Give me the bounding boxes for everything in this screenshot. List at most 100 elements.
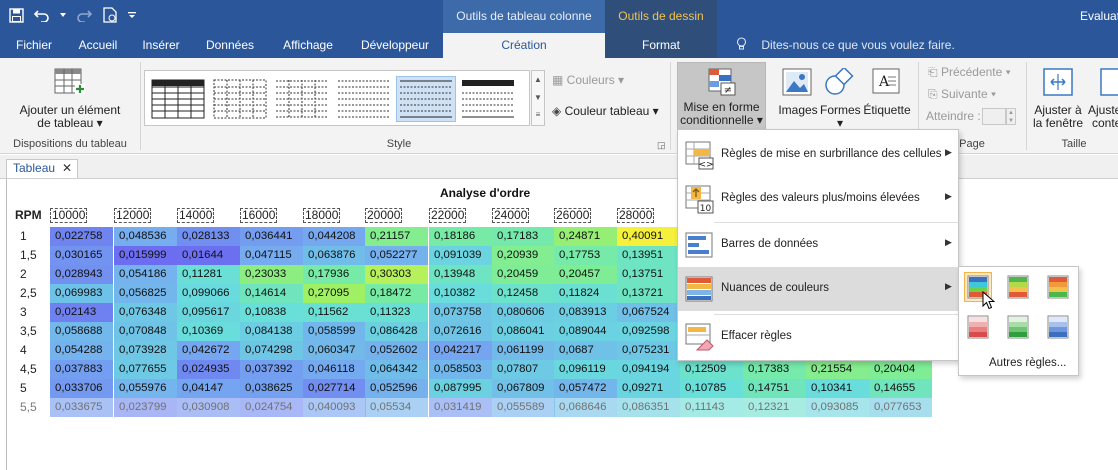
color-scale-green-white[interactable]: [1005, 313, 1031, 341]
table-cell[interactable]: 0,080606: [492, 303, 555, 322]
tab-fichier[interactable]: Fichier: [8, 33, 60, 58]
table-cell[interactable]: 0,14751: [743, 379, 806, 398]
tab-donnees[interactable]: Données: [198, 33, 262, 58]
table-cell[interactable]: 0,037883: [50, 360, 113, 379]
gallery-scroll[interactable]: ▲ ▼ ≡: [531, 70, 545, 126]
fit-content-button[interactable]: Ajuste conte: [1088, 62, 1118, 132]
formes-button[interactable]: Formes ▾: [820, 62, 861, 132]
table-cell[interactable]: 0,023799: [114, 398, 177, 417]
dialog-launcher-icon[interactable]: ◲: [657, 140, 666, 151]
suivante-button[interactable]: ⎘ Suivante ▾: [928, 88, 996, 101]
table-cell[interactable]: 0,052277: [365, 246, 428, 265]
tab-developpeur[interactable]: Développeur: [352, 33, 438, 58]
table-cell[interactable]: 0,033706: [50, 379, 113, 398]
table-cell[interactable]: 0,086041: [492, 322, 555, 341]
couleur-tableau-button[interactable]: ◈ Couleur tableau ▾: [552, 105, 659, 118]
table-cell[interactable]: 0,038625: [240, 379, 303, 398]
table-cell[interactable]: 0,18186: [429, 227, 492, 246]
table-cell[interactable]: 0,052596: [365, 379, 428, 398]
table-style-2[interactable]: [211, 77, 269, 121]
undo-dropdown-icon[interactable]: [60, 7, 66, 23]
table-cell[interactable]: 0,022758: [50, 227, 113, 246]
table-cell[interactable]: 0,05534: [365, 398, 428, 417]
table-cell[interactable]: 0,13951: [617, 246, 680, 265]
images-button[interactable]: Images: [776, 62, 820, 132]
table-cell[interactable]: 0,10785: [680, 379, 743, 398]
table-cell[interactable]: 0,17753: [554, 246, 617, 265]
table-cell[interactable]: 0,092598: [617, 322, 680, 341]
table-cell[interactable]: 0,042217: [429, 341, 492, 360]
fit-window-button[interactable]: Ajuster à la fenêtre: [1030, 62, 1086, 132]
table-cell[interactable]: 0,21554: [806, 360, 869, 379]
table-cell[interactable]: 0,09271: [617, 379, 680, 398]
tab-accueil[interactable]: Accueil: [70, 33, 126, 58]
table-cell[interactable]: 0,046118: [303, 360, 366, 379]
table-cell[interactable]: 0,10382: [429, 284, 492, 303]
tab-creation[interactable]: Création: [443, 33, 605, 58]
table-cell[interactable]: 0,17383: [743, 360, 806, 379]
scroll-down-icon[interactable]: ▼: [532, 89, 544, 107]
table-cell[interactable]: 0,24871: [554, 227, 617, 246]
table-cell[interactable]: 0,067809: [492, 379, 555, 398]
table-cell[interactable]: 0,060347: [303, 341, 366, 360]
table-cell[interactable]: 0,17183: [492, 227, 555, 246]
table-cell[interactable]: 0,027714: [303, 379, 366, 398]
table-cell[interactable]: 0,20459: [492, 265, 555, 284]
table-cell[interactable]: 0,074298: [240, 341, 303, 360]
table-cell[interactable]: 0,024754: [240, 398, 303, 417]
table-cell[interactable]: 0,072616: [429, 322, 492, 341]
table-style-1[interactable]: [149, 77, 207, 121]
menu-item-highlight-rules[interactable]: <> Règles de mise en surbrillance des ce…: [678, 133, 958, 177]
table-cell[interactable]: 0,056825: [114, 284, 177, 303]
table-cell[interactable]: 0,069983: [50, 284, 113, 303]
precedente-button[interactable]: ⎗ Précédente ▾: [928, 66, 1011, 79]
table-cell[interactable]: 0,084138: [240, 322, 303, 341]
table-cell[interactable]: 0,086428: [365, 322, 428, 341]
table-cell[interactable]: 0,20939: [492, 246, 555, 265]
tab-format[interactable]: Format: [605, 33, 717, 58]
table-cell[interactable]: 0,12458: [492, 284, 555, 303]
table-cell[interactable]: 0,11323: [365, 303, 428, 322]
table-cell[interactable]: 0,057472: [554, 379, 617, 398]
table-cell[interactable]: 0,048536: [114, 227, 177, 246]
conditional-formatting-button[interactable]: ≠ Mise en forme conditionnelle ▾: [677, 62, 766, 130]
document-icon[interactable]: [102, 7, 118, 23]
atteindre-input[interactable]: [982, 108, 1006, 125]
table-cell[interactable]: 0,052602: [365, 341, 428, 360]
table-cell[interactable]: 0,02143: [50, 303, 113, 322]
table-cell[interactable]: 0,13751: [617, 265, 680, 284]
table-cell[interactable]: 0,40091: [617, 227, 680, 246]
table-cell[interactable]: 0,047115: [240, 246, 303, 265]
menu-item-clear-rules[interactable]: Effacer règles: [678, 315, 958, 359]
etiquette-button[interactable]: A Étiquette: [862, 62, 912, 132]
table-cell[interactable]: 0,068646: [554, 398, 617, 417]
table-cell[interactable]: 0,058599: [303, 322, 366, 341]
table-cell[interactable]: 0,067524: [617, 303, 680, 322]
table-cell[interactable]: 0,27095: [303, 284, 366, 303]
redo-icon[interactable]: [76, 7, 92, 23]
table-cell[interactable]: 0,037392: [240, 360, 303, 379]
table-cell[interactable]: 0,23033: [240, 265, 303, 284]
table-cell[interactable]: 0,0687: [554, 341, 617, 360]
table-style-gallery[interactable]: [144, 70, 530, 126]
table-cell[interactable]: 0,11562: [303, 303, 366, 322]
table-cell[interactable]: 0,030908: [177, 398, 240, 417]
table-cell[interactable]: 0,077653: [869, 398, 932, 417]
other-rules-link[interactable]: Autres règles...: [989, 357, 1066, 369]
table-cell[interactable]: 0,073928: [114, 341, 177, 360]
add-table-element-button[interactable]: Ajouter un élément de tableau ▾: [14, 62, 126, 132]
close-icon[interactable]: ✕: [62, 160, 72, 177]
table-cell[interactable]: 0,01644: [177, 246, 240, 265]
document-tab-tableau[interactable]: Tableau ✕: [6, 159, 78, 178]
table-cell[interactable]: 0,094194: [617, 360, 680, 379]
table-cell[interactable]: 0,077655: [114, 360, 177, 379]
table-cell[interactable]: 0,070848: [114, 322, 177, 341]
table-cell[interactable]: 0,10341: [806, 379, 869, 398]
menu-item-data-bars[interactable]: Barres de données ▶: [678, 223, 958, 267]
table-cell[interactable]: 0,042672: [177, 341, 240, 360]
color-scale-green-yellow-red[interactable]: [1005, 273, 1031, 301]
table-style-6[interactable]: [459, 77, 517, 121]
table-cell[interactable]: 0,058688: [50, 322, 113, 341]
save-icon[interactable]: [8, 7, 24, 23]
table-cell[interactable]: 0,095617: [177, 303, 240, 322]
